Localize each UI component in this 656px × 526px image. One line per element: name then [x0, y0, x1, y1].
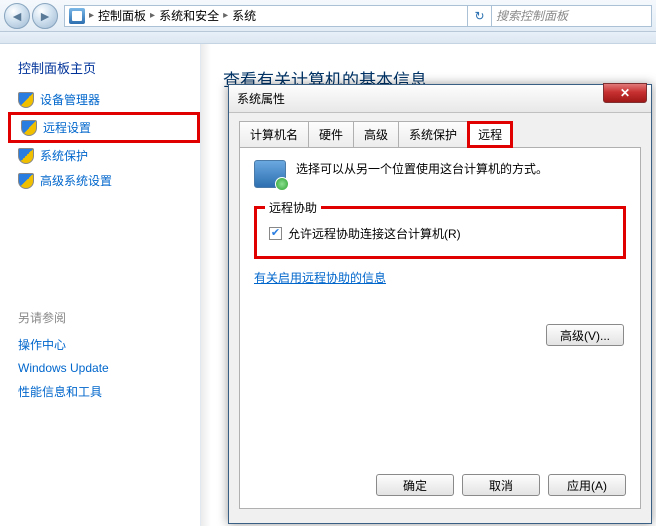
sidebar-item-label: 设备管理器 [40, 91, 100, 108]
tab-container: 计算机名 硬件 高级 系统保护 远程 选择可以从另一个位置使用这台计算机的方式。… [229, 113, 651, 519]
search-input[interactable]: 搜索控制面板 [492, 5, 652, 27]
sidebar: 控制面板主页 设备管理器 远程设置 系统保护 高级系统设置 另请参阅 操作中心 … [0, 44, 200, 526]
apply-button[interactable]: 应用(A) [548, 474, 626, 496]
tab-system-protection[interactable]: 系统保护 [398, 121, 468, 147]
refresh-button[interactable]: ↻ [468, 5, 492, 27]
sidebar-item-label: 性能信息和工具 [18, 383, 102, 400]
breadcrumb[interactable]: ▸ 控制面板 ▸ 系统和安全 ▸ 系统 [64, 5, 468, 27]
sidebar-item-label: Windows Update [18, 361, 109, 375]
tab-panel-remote: 选择可以从另一个位置使用这台计算机的方式。 远程协助 ✔ 允许远程协助连接这台计… [239, 147, 641, 509]
dialog-title-text: 系统属性 [237, 90, 285, 107]
see-also-action-center[interactable]: 操作中心 [8, 332, 200, 357]
toolbar-strip [0, 32, 656, 44]
remote-assist-help-link[interactable]: 有关启用远程协助的信息 [254, 269, 386, 286]
shield-icon [18, 148, 34, 164]
close-button[interactable]: ✕ [603, 83, 647, 103]
nav-arrows: ◄ ► [4, 3, 58, 29]
group-legend: 远程协助 [265, 199, 321, 216]
intro-row: 选择可以从另一个位置使用这台计算机的方式。 [254, 160, 626, 188]
advanced-button[interactable]: 高级(V)... [546, 324, 624, 346]
remote-assistance-group: 远程协助 ✔ 允许远程协助连接这台计算机(R) [254, 206, 626, 259]
tab-advanced[interactable]: 高级 [353, 121, 399, 147]
dialog-titlebar[interactable]: 系统属性 ✕ [229, 85, 651, 113]
advanced-button-wrap: 高级(V)... [546, 324, 624, 346]
shield-icon [21, 120, 37, 136]
tab-computer-name[interactable]: 计算机名 [239, 121, 309, 147]
see-also-heading: 另请参阅 [8, 303, 200, 332]
chevron-right-icon: ▸ [223, 10, 228, 21]
back-button[interactable]: ◄ [4, 3, 30, 29]
see-also-performance[interactable]: 性能信息和工具 [8, 379, 200, 404]
control-panel-icon [69, 8, 85, 24]
chevron-right-icon: ▸ [89, 10, 94, 21]
breadcrumb-item[interactable]: 控制面板 [98, 7, 146, 24]
sidebar-item-label: 远程设置 [43, 119, 91, 136]
address-bar: ◄ ► ▸ 控制面板 ▸ 系统和安全 ▸ 系统 ↻ 搜索控制面板 [0, 0, 656, 32]
sidebar-item-remote-settings[interactable]: 远程设置 [8, 112, 200, 143]
tab-strip: 计算机名 硬件 高级 系统保护 远程 [239, 121, 641, 147]
sidebar-item-device-manager[interactable]: 设备管理器 [8, 87, 200, 112]
breadcrumb-item[interactable]: 系统 [232, 7, 256, 24]
breadcrumb-item[interactable]: 系统和安全 [159, 7, 219, 24]
sidebar-title[interactable]: 控制面板主页 [8, 52, 200, 87]
tab-hardware[interactable]: 硬件 [308, 121, 354, 147]
computer-remote-icon [254, 160, 286, 188]
shield-icon [18, 173, 34, 189]
shield-icon [18, 92, 34, 108]
chevron-right-icon: ▸ [150, 10, 155, 21]
intro-text: 选择可以从另一个位置使用这台计算机的方式。 [296, 160, 548, 178]
allow-remote-assist-row[interactable]: ✔ 允许远程协助连接这台计算机(R) [269, 225, 611, 242]
dialog-button-row: 确定 取消 应用(A) [376, 474, 626, 496]
ok-button[interactable]: 确定 [376, 474, 454, 496]
sidebar-item-system-protection[interactable]: 系统保护 [8, 143, 200, 168]
sidebar-item-advanced-system[interactable]: 高级系统设置 [8, 168, 200, 193]
sidebar-item-label: 操作中心 [18, 336, 66, 353]
see-also-windows-update[interactable]: Windows Update [8, 357, 200, 379]
cancel-button[interactable]: 取消 [462, 474, 540, 496]
tab-remote[interactable]: 远程 [467, 121, 513, 148]
system-properties-dialog: 系统属性 ✕ 计算机名 硬件 高级 系统保护 远程 选择可以从另一个位置使用这台… [228, 84, 652, 524]
sidebar-item-label: 系统保护 [40, 147, 88, 164]
checkbox-label: 允许远程协助连接这台计算机(R) [288, 225, 461, 242]
sidebar-item-label: 高级系统设置 [40, 172, 112, 189]
checkbox-icon[interactable]: ✔ [269, 227, 282, 240]
forward-button[interactable]: ► [32, 3, 58, 29]
